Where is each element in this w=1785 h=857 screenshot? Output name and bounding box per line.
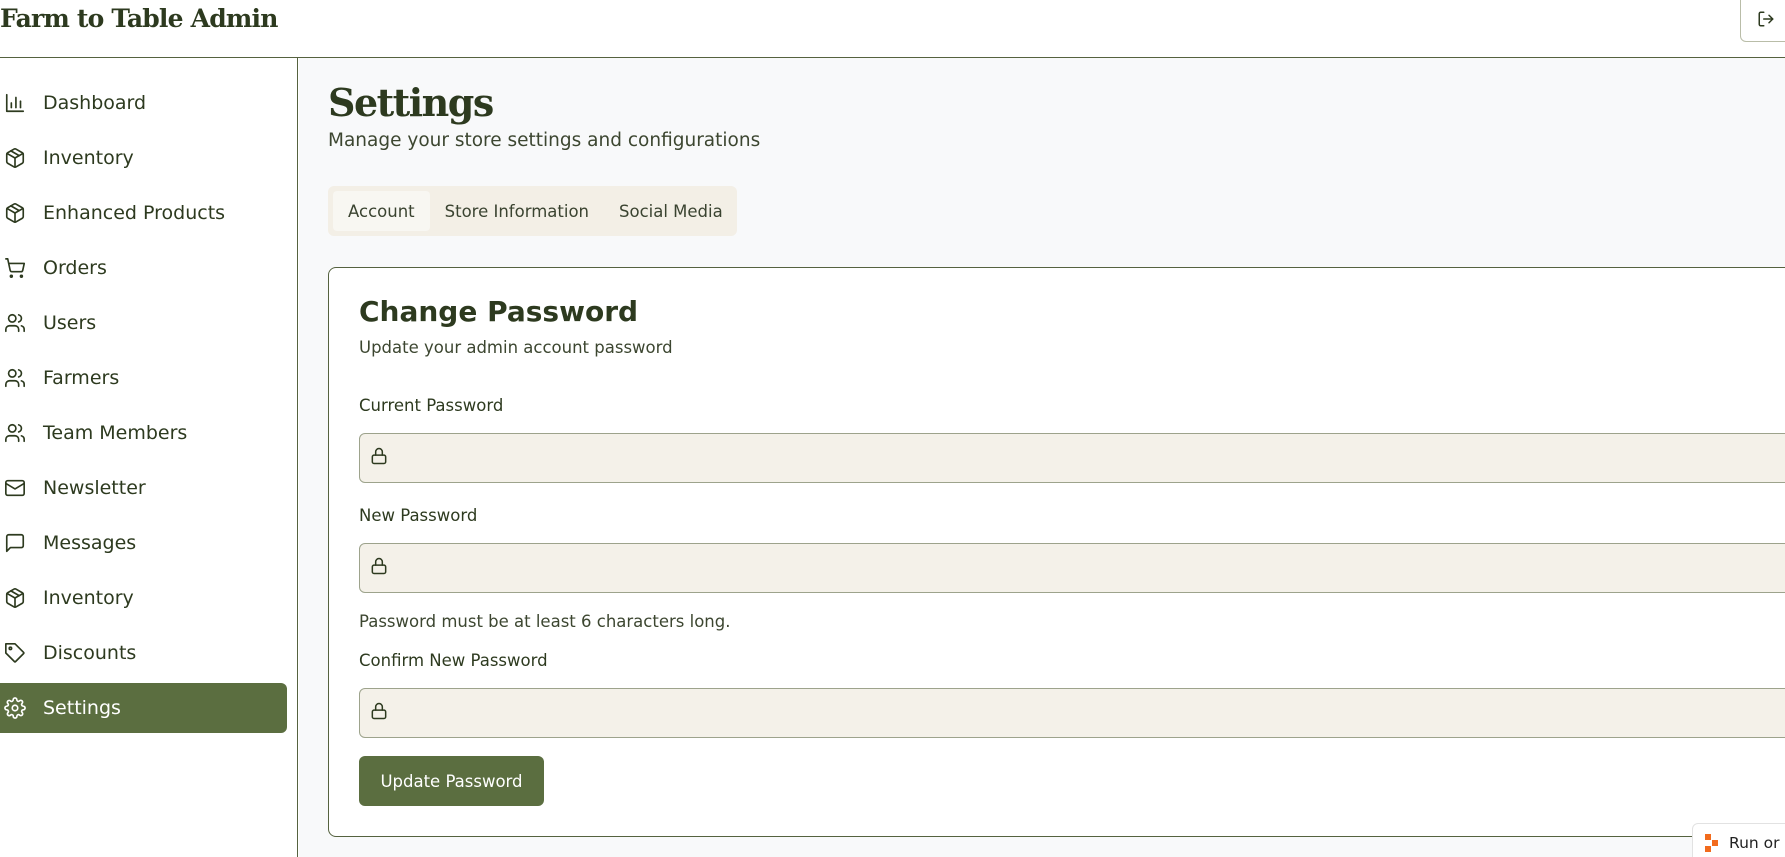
box-icon xyxy=(2,145,28,171)
cart-icon xyxy=(2,255,28,281)
message-icon xyxy=(2,530,28,556)
tab-store-information[interactable]: Store Information xyxy=(430,191,604,231)
sidebar-item-label: Farmers xyxy=(43,367,120,389)
logout-icon xyxy=(1757,10,1775,32)
tab-account[interactable]: Account xyxy=(333,191,430,231)
sidebar-item-label: Inventory xyxy=(43,587,134,609)
gear-icon xyxy=(2,695,28,721)
lock-icon xyxy=(369,446,389,470)
box-icon xyxy=(2,200,28,226)
tag-icon xyxy=(2,640,28,666)
lock-icon xyxy=(369,701,389,725)
top-bar: Farm to Table Admin xyxy=(0,0,1785,58)
sidebar-item-dashboard[interactable]: Dashboard xyxy=(0,78,287,128)
sidebar-item-messages[interactable]: Messages xyxy=(0,518,287,568)
sidebar-item-label: Enhanced Products xyxy=(43,202,226,224)
run-on-label: Run or xyxy=(1729,834,1780,852)
brand-logo-icon xyxy=(1705,834,1721,852)
sidebar-item-orders[interactable]: Orders xyxy=(0,243,287,293)
current-password-field[interactable] xyxy=(359,433,1785,483)
box-icon xyxy=(2,585,28,611)
sidebar-item-newsletter[interactable]: Newsletter xyxy=(0,463,287,513)
page-subtitle: Manage your store settings and configura… xyxy=(328,130,761,151)
sidebar-item-discounts[interactable]: Discounts xyxy=(0,628,287,678)
users-icon xyxy=(2,365,28,391)
password-hint: Password must be at least 6 characters l… xyxy=(359,612,731,631)
new-password-field[interactable] xyxy=(359,543,1785,593)
confirm-password-label: Confirm New Password xyxy=(359,651,548,670)
sidebar-item-label: Team Members xyxy=(43,422,188,444)
logout-button[interactable] xyxy=(1740,0,1785,42)
users-icon xyxy=(2,420,28,446)
main-content: Settings Manage your store settings and … xyxy=(299,58,1785,857)
sidebar-item-label: Discounts xyxy=(43,642,137,664)
sidebar-item-label: Dashboard xyxy=(43,92,147,114)
mail-icon xyxy=(2,475,28,501)
sidebar-item-settings[interactable]: Settings xyxy=(0,683,287,733)
sidebar-item-label: Settings xyxy=(43,697,121,719)
sidebar-item-inventory[interactable]: Inventory xyxy=(0,133,287,183)
lock-icon xyxy=(369,556,389,580)
card-description: Update your admin account password xyxy=(359,338,673,357)
sidebar-item-label: Users xyxy=(43,312,97,334)
sidebar-item-farmers[interactable]: Farmers xyxy=(0,353,287,403)
current-password-input[interactable] xyxy=(389,434,1785,482)
confirm-password-input[interactable] xyxy=(389,689,1785,737)
sidebar-item-enhanced-products[interactable]: Enhanced Products xyxy=(0,188,287,238)
card-title: Change Password xyxy=(359,295,639,328)
users-icon xyxy=(2,310,28,336)
sidebar-item-inventory-2[interactable]: Inventory xyxy=(0,573,287,623)
current-password-label: Current Password xyxy=(359,396,504,415)
bar-chart-icon xyxy=(2,90,28,116)
sidebar-item-label: Newsletter xyxy=(43,477,146,499)
app-title: Farm to Table Admin xyxy=(0,4,278,33)
page-title: Settings xyxy=(328,80,494,125)
new-password-input[interactable] xyxy=(389,544,1785,592)
tab-social-media[interactable]: Social Media xyxy=(604,191,738,231)
sidebar-item-label: Orders xyxy=(43,257,107,279)
sidebar-item-label: Inventory xyxy=(43,147,134,169)
sidebar-item-team-members[interactable]: Team Members xyxy=(0,408,287,458)
sidebar-item-users[interactable]: Users xyxy=(0,298,287,348)
confirm-password-field[interactable] xyxy=(359,688,1785,738)
update-password-button[interactable]: Update Password xyxy=(359,756,544,806)
new-password-label: New Password xyxy=(359,506,478,525)
run-on-badge[interactable]: Run or xyxy=(1692,823,1785,857)
sidebar: Dashboard Inventory Enhanced Products Or… xyxy=(0,58,298,857)
change-password-card: Change Password Update your admin accoun… xyxy=(328,267,1785,837)
settings-tabs: Account Store Information Social Media xyxy=(328,186,737,236)
sidebar-item-label: Messages xyxy=(43,532,137,554)
